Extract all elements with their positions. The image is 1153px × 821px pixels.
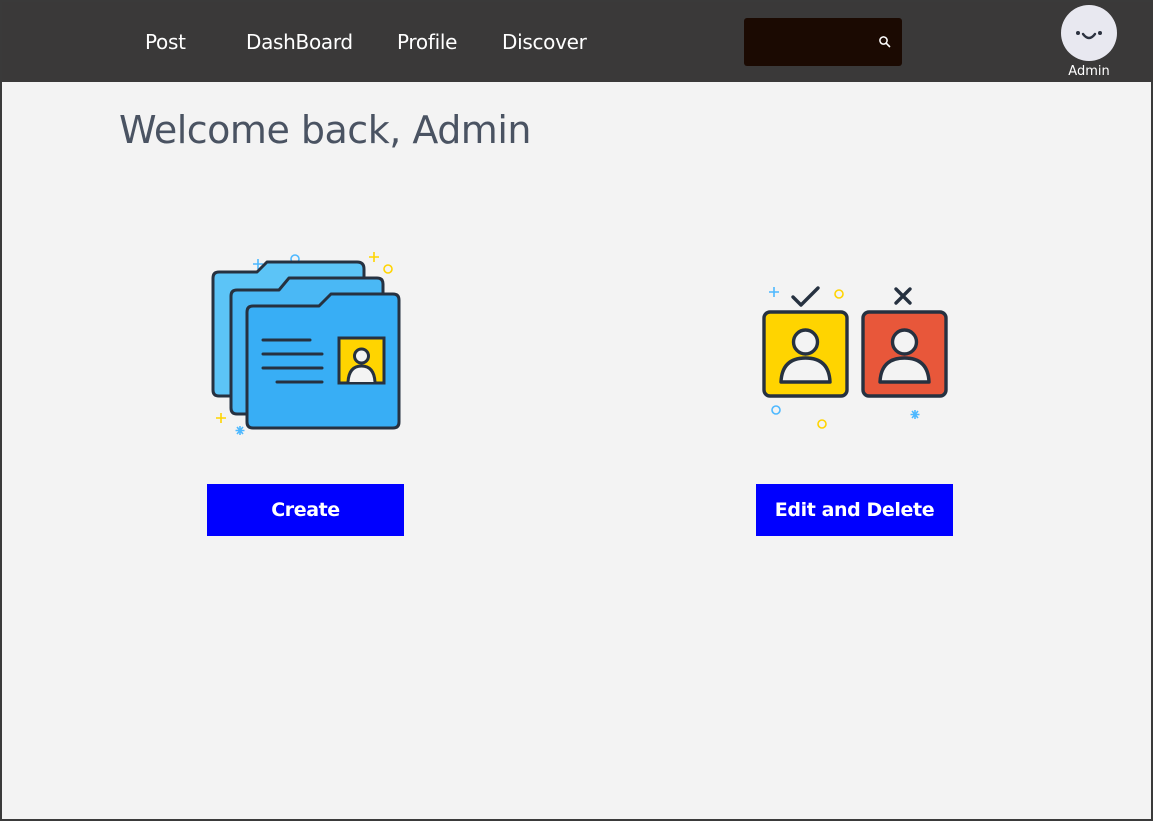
smiley-face-icon (1076, 31, 1102, 40)
edit-and-delete-button[interactable]: Edit and Delete (756, 484, 953, 536)
top-navbar: Post DashBoard Profile Discover Admin (2, 2, 1153, 82)
search-box[interactable] (744, 18, 902, 68)
avatar-username: Admin (1068, 64, 1110, 79)
search-input[interactable] (752, 18, 874, 68)
x-icon (894, 287, 912, 305)
avatar[interactable] (1061, 5, 1117, 61)
page-title: Welcome back, Admin (119, 108, 531, 152)
folder-contact-icon (211, 252, 401, 435)
create-button[interactable]: Create (207, 484, 404, 536)
approve-reject-users-icon (762, 286, 948, 429)
nav-link-post[interactable]: Post (145, 30, 186, 54)
check-icon (791, 286, 820, 307)
search-icon[interactable] (878, 35, 892, 49)
nav-link-profile[interactable]: Profile (397, 30, 457, 54)
nav-link-discover[interactable]: Discover (502, 30, 587, 54)
nav-link-dashboard[interactable]: DashBoard (246, 30, 353, 54)
